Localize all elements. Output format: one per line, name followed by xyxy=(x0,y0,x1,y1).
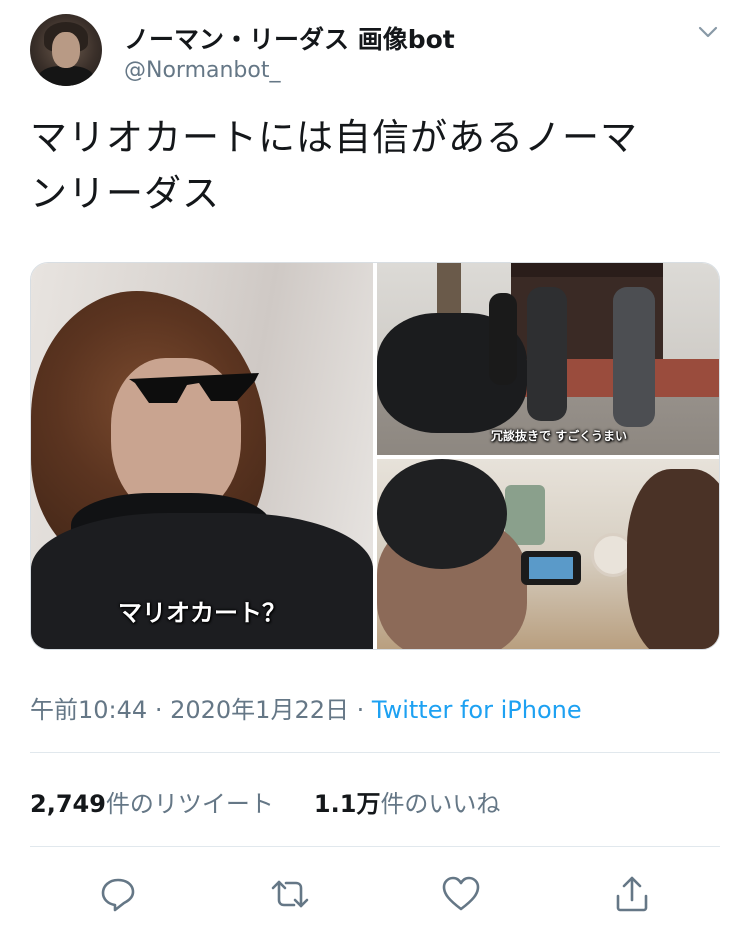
divider xyxy=(30,752,720,753)
reply-icon[interactable] xyxy=(98,874,138,914)
retweet-stat[interactable]: 2,749件のリツイート xyxy=(30,790,274,818)
tweet-text-line: ンリーダス xyxy=(30,172,220,215)
retweet-label: 件のリツイート xyxy=(105,790,274,818)
sunglasses-shape xyxy=(129,373,259,403)
like-label: 件のいいね xyxy=(380,790,501,818)
meta-separator: · xyxy=(356,696,365,724)
subtitle-caption: 冗談抜きで すごくうまい xyxy=(491,429,627,443)
heart-icon[interactable] xyxy=(441,874,481,914)
photo-jacket xyxy=(31,513,373,649)
tweet-date[interactable]: 2020年1月22日 xyxy=(170,696,349,724)
like-count: 1.1万 xyxy=(313,790,381,818)
like-stat[interactable]: 1.1万件のいいね xyxy=(314,790,501,818)
photo-woman xyxy=(627,469,719,649)
share-icon[interactable] xyxy=(612,874,652,914)
tweet-header: ノーマン・リーダス 画像bot @Normanbot_ xyxy=(30,14,720,90)
action-bar xyxy=(0,868,738,918)
tweet-time[interactable]: 午前10:44 xyxy=(30,696,147,724)
avatar-shirt xyxy=(38,66,94,86)
author-handle[interactable]: @Normanbot_ xyxy=(124,58,280,83)
photo-person xyxy=(489,293,517,385)
photo-bottom-right[interactable] xyxy=(377,459,719,649)
photo-top-right[interactable]: 冗談抜きで すごくうまい xyxy=(377,263,719,455)
avatar-face xyxy=(52,32,80,68)
media-grid: マリオカート？ 冗談抜きで すごくうまい xyxy=(30,262,720,650)
meta-separator: · xyxy=(154,696,163,724)
photo-left[interactable]: マリオカート？ xyxy=(31,263,373,649)
author-name[interactable]: ノーマン・リーダス 画像bot xyxy=(124,20,455,56)
retweet-icon[interactable] xyxy=(270,874,310,914)
tweet-meta: 午前10:44 · 2020年1月22日 · Twitter for iPhon… xyxy=(30,690,582,725)
photo-store-sign xyxy=(511,263,663,277)
retweet-count: 2,749 xyxy=(30,790,106,818)
tweet-stats: 2,749件のリツイート 1.1万件のいいね xyxy=(30,784,500,819)
tweet-text-line: マリオカートには自信があるノーマ xyxy=(30,116,638,159)
tweet-source-link[interactable]: Twitter for iPhone xyxy=(372,696,582,724)
divider xyxy=(30,846,720,847)
photo-game-screen xyxy=(529,557,573,579)
tweet-text: マリオカートには自信があるノーマ ンリーダス xyxy=(30,110,710,222)
photo-cap xyxy=(377,459,507,569)
chevron-down-icon[interactable] xyxy=(696,20,720,44)
avatar[interactable] xyxy=(30,14,102,86)
photo-person xyxy=(527,287,567,421)
subtitle-caption: マリオカート？ xyxy=(118,599,286,627)
photo-person xyxy=(613,287,655,427)
